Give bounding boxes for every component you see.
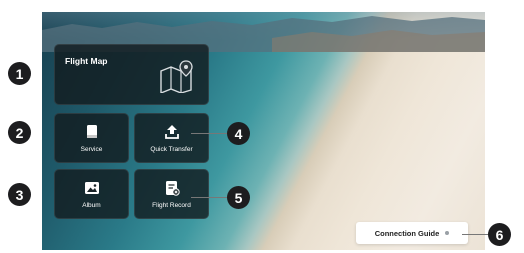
callout-line-6 [462,234,488,235]
album-tile[interactable]: Album [54,169,129,219]
connection-guide-label: Connection Guide [374,228,440,238]
flight-record-tile[interactable]: Flight Record [134,169,209,219]
flight-map-tile[interactable]: Flight Map [54,44,209,105]
quick-transfer-label: Quick Transfer [150,146,193,153]
book-icon [86,125,97,138]
record-icon [165,181,180,196]
callout-3: 3 [8,183,31,206]
upload-icon [164,125,179,139]
callout-line-5 [191,197,227,198]
status-dot-icon [445,231,450,235]
connection-guide-button[interactable]: Connection Guide [356,222,468,244]
image-icon [84,182,99,194]
callout-4: 4 [227,122,250,145]
callout-5: 5 [227,186,250,209]
callout-1: 1 [8,62,31,85]
service-tile[interactable]: Service [54,113,129,163]
album-label: Album [82,202,101,209]
service-label: Service [80,146,103,153]
callout-line-4 [191,133,227,134]
quick-transfer-tile[interactable]: Quick Transfer [134,113,209,163]
flight-map-label: Flight Map [65,56,108,66]
callout-2: 2 [8,121,31,144]
app-home-screen: Flight Map Service Quick Transfer Album [42,12,485,250]
map-pin-icon [160,60,193,93]
callout-6: 6 [488,223,511,246]
flight-record-label: Flight Record [152,202,191,209]
